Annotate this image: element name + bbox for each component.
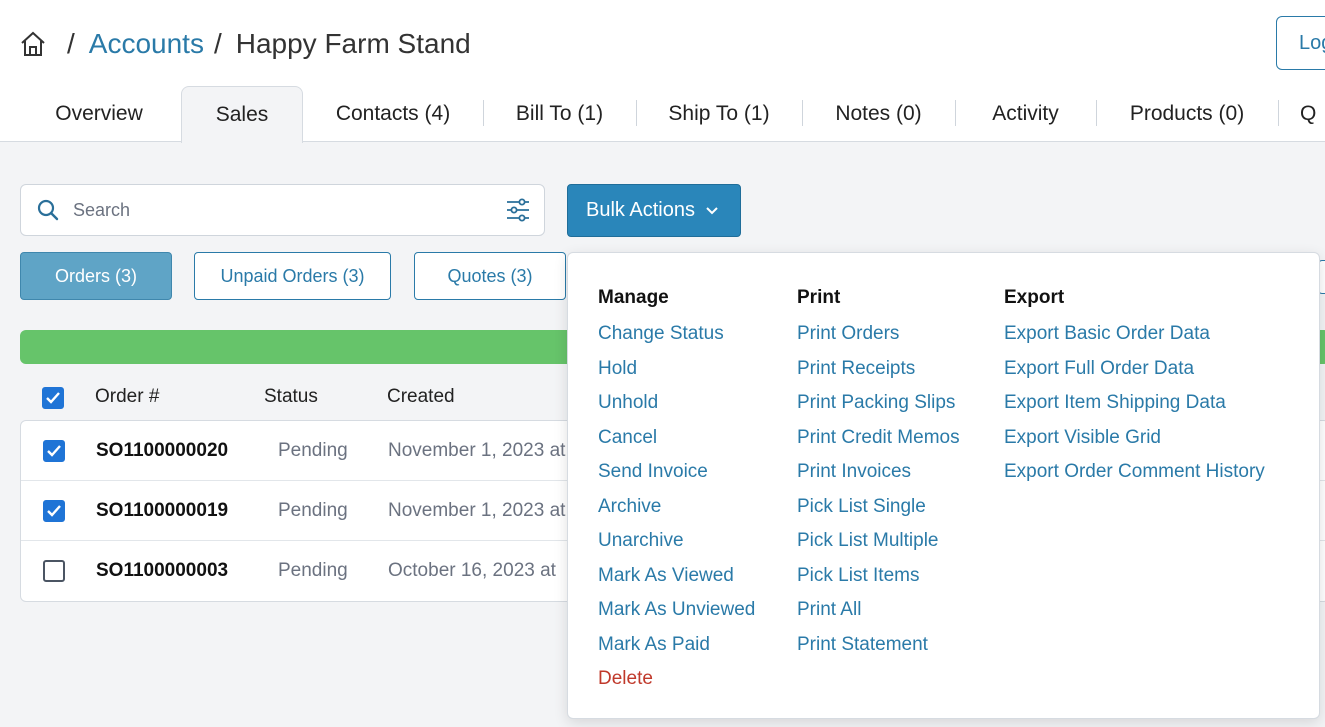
menu-column-export: Export Export Basic Order Data Export Fu… [1004, 285, 1265, 492]
tab-quotes[interactable]: Q [1300, 86, 1325, 142]
menu-item-archive[interactable]: Archive [598, 492, 755, 527]
menu-item-print-invoices[interactable]: Print Invoices [797, 457, 960, 492]
order-number[interactable]: SO1100000003 [96, 560, 228, 582]
filter-unpaid-orders[interactable]: Unpaid Orders (3) [194, 252, 391, 300]
row-checkbox[interactable] [43, 440, 65, 462]
menu-item-pick-list-multiple[interactable]: Pick List Multiple [797, 526, 960, 561]
menu-item-mark-as-unviewed[interactable]: Mark As Unviewed [598, 595, 755, 630]
menu-item-unhold[interactable]: Unhold [598, 388, 755, 423]
menu-item-mark-as-viewed[interactable]: Mark As Viewed [598, 561, 755, 596]
breadcrumb-accounts-link[interactable]: Accounts [89, 28, 204, 60]
order-number[interactable]: SO1100000019 [96, 500, 228, 522]
menu-heading-manage: Manage [598, 287, 669, 308]
home-icon[interactable] [19, 30, 47, 58]
tab-products[interactable]: Products (0) [1097, 86, 1277, 142]
tab-sales[interactable]: Sales [181, 86, 303, 143]
filter-orders[interactable]: Orders (3) [20, 252, 172, 300]
menu-item-print-orders[interactable]: Print Orders [797, 319, 960, 354]
chevron-down-icon [706, 206, 718, 214]
menu-item-unarchive[interactable]: Unarchive [598, 526, 755, 561]
menu-item-export-full-order-data[interactable]: Export Full Order Data [1004, 354, 1265, 389]
menu-column-manage: Manage Change Status Hold Unhold Cancel … [598, 285, 755, 699]
tab-bar: Overview Sales Contacts (4) Bill To (1) … [0, 86, 1325, 143]
order-created: November 1, 2023 at [388, 500, 566, 521]
column-order-number[interactable]: Order # [95, 386, 159, 408]
menu-heading-print: Print [797, 287, 841, 308]
menu-item-send-invoice[interactable]: Send Invoice [598, 457, 755, 492]
search-input[interactable] [73, 193, 493, 227]
tab-contacts[interactable]: Contacts (4) [305, 86, 481, 142]
menu-item-pick-list-items[interactable]: Pick List Items [797, 561, 960, 596]
menu-column-print: Print Print Orders Print Receipts Print … [797, 285, 960, 664]
order-status: Pending [278, 440, 348, 461]
order-status: Pending [278, 500, 348, 521]
bulk-actions-label: Bulk Actions [586, 199, 695, 221]
page-title: Happy Farm Stand [235, 28, 471, 59]
order-number[interactable]: SO1100000020 [96, 440, 228, 462]
breadcrumb-separator: / [67, 28, 75, 59]
order-created: November 1, 2023 at [388, 440, 566, 461]
filter-settings-icon[interactable] [505, 197, 531, 223]
menu-item-print-credit-memos[interactable]: Print Credit Memos [797, 423, 960, 458]
bulk-actions-menu: Manage Change Status Hold Unhold Cancel … [567, 252, 1320, 719]
tab-ship-to[interactable]: Ship To (1) [637, 86, 801, 142]
menu-item-print-statement[interactable]: Print Statement [797, 630, 960, 665]
bulk-actions-button[interactable]: Bulk Actions [567, 184, 741, 237]
search-icon [37, 199, 59, 221]
menu-item-pick-list-single[interactable]: Pick List Single [797, 492, 960, 527]
menu-item-export-visible-grid[interactable]: Export Visible Grid [1004, 423, 1265, 458]
menu-item-change-status[interactable]: Change Status [598, 319, 755, 354]
search-box [20, 184, 545, 236]
page-header: / Accounts / Happy Farm Stand Logout Ove… [0, 0, 1325, 143]
select-all-checkbox[interactable] [42, 387, 64, 409]
column-created[interactable]: Created [387, 386, 455, 408]
tab-bill-to[interactable]: Bill To (1) [484, 86, 635, 142]
menu-item-export-item-shipping-data[interactable]: Export Item Shipping Data [1004, 388, 1265, 423]
menu-item-hold[interactable]: Hold [598, 354, 755, 389]
row-checkbox[interactable] [43, 560, 65, 582]
order-created: October 16, 2023 at [388, 560, 556, 581]
menu-item-delete[interactable]: Delete [598, 664, 755, 699]
logout-button[interactable]: Logout [1276, 16, 1325, 70]
row-checkbox[interactable] [43, 500, 65, 522]
tab-activity[interactable]: Activity [956, 86, 1095, 142]
menu-item-print-all[interactable]: Print All [797, 595, 960, 630]
tab-overview[interactable]: Overview [20, 86, 178, 142]
menu-item-print-receipts[interactable]: Print Receipts [797, 354, 960, 389]
menu-item-export-basic-order-data[interactable]: Export Basic Order Data [1004, 319, 1265, 354]
breadcrumb-separator: / [213, 28, 222, 59]
breadcrumb: / Accounts / Happy Farm Stand [19, 26, 471, 62]
menu-heading-export: Export [1004, 287, 1065, 308]
column-status[interactable]: Status [264, 386, 318, 408]
tab-divider [1278, 100, 1279, 126]
menu-item-print-packing-slips[interactable]: Print Packing Slips [797, 388, 960, 423]
order-status: Pending [278, 560, 348, 581]
tab-notes[interactable]: Notes (0) [803, 86, 954, 142]
menu-item-export-order-comment-history[interactable]: Export Order Comment History [1004, 457, 1265, 492]
filter-quotes[interactable]: Quotes (3) [414, 252, 566, 300]
menu-item-cancel[interactable]: Cancel [598, 423, 755, 458]
menu-item-mark-as-paid[interactable]: Mark As Paid [598, 630, 755, 665]
